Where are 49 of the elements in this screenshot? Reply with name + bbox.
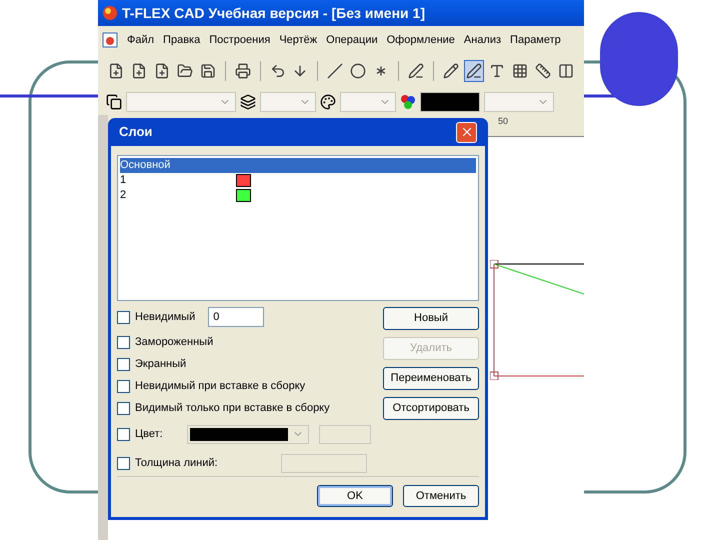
dialog-button[interactable]: Переименовать [383,367,479,390]
color-circles-icon [400,94,416,110]
checkbox[interactable] [117,456,130,470]
stack-icon[interactable] [240,94,256,110]
dialog-button[interactable]: Новый [383,307,479,330]
option-label: Невидимый при вставке в сборку [135,379,306,394]
checkbox[interactable] [117,402,130,415]
checkbox[interactable] [117,336,130,349]
document-icon [102,32,118,48]
dialog-button[interactable]: Отменить [403,485,479,507]
layer-row[interactable]: 1 [120,173,476,188]
menu-item[interactable]: Оформление [386,32,455,48]
checkbox[interactable] [117,428,130,440]
layer-name: Основной [120,158,172,174]
priority-spin-field[interactable] [340,92,396,112]
menu-item[interactable]: Операции [326,32,378,48]
menu-item[interactable]: Правка [163,32,200,48]
option-label: Видимый только при вставке в сборку [135,401,330,416]
color-dropdown[interactable] [420,92,480,112]
close-button[interactable] [456,122,477,142]
ruler-label: 50 [498,115,508,128]
spin-field[interactable] [280,454,367,472]
checkbox[interactable] [117,380,130,393]
spin-field[interactable] [318,424,371,444]
layer-name: 2 [120,188,128,204]
option-label: Невидимый [135,310,196,325]
dialog-button[interactable]: OK [317,485,393,507]
color-dropdown[interactable] [186,424,309,444]
invisible-level-field[interactable]: 0 [208,307,264,327]
option-label: Цвет: [135,426,163,442]
window-title: T-FLEX CAD Учебная версия - [Без имени 1] [122,4,425,23]
option-label: Замороженный [135,335,214,350]
layer-row[interactable]: Основной [120,158,476,173]
app-logo-icon [102,5,118,21]
option-label: Толщина линий: [135,456,218,471]
menu-item[interactable]: Построения [209,32,270,48]
level-spin-field[interactable] [260,92,316,112]
menu-item[interactable]: Чертёж [279,32,318,48]
layer-name: 1 [120,173,128,188]
dialog-title: Слои [119,123,152,142]
checkbox[interactable] [117,310,130,324]
menu-item[interactable]: Файл [127,32,154,48]
menu-item[interactable]: Параметр [510,32,561,48]
menu-item[interactable]: Анализ [464,32,502,48]
dialog-button[interactable]: Отсортировать [383,397,479,420]
checkbox[interactable] [117,358,130,371]
pen-icon[interactable] [464,60,484,82]
layer-row[interactable]: 2 [120,188,476,203]
option-label: Экранный [135,357,186,372]
